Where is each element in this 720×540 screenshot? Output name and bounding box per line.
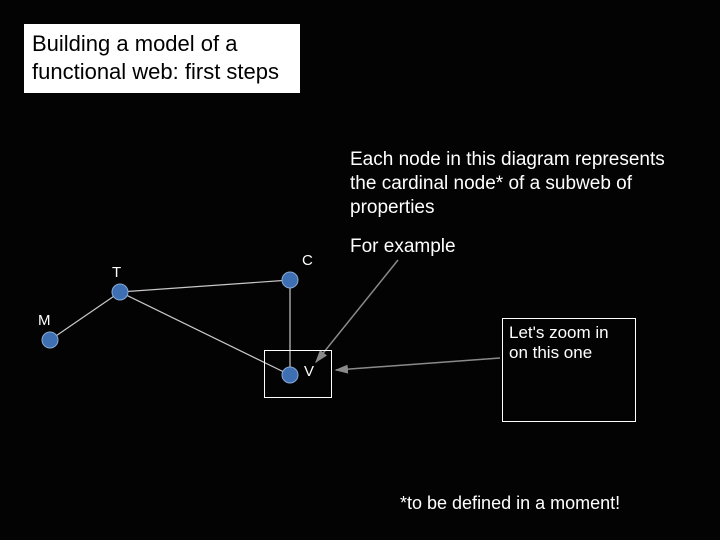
footnote-text: *to be defined in a moment! (400, 493, 620, 514)
node-label-c: C (302, 252, 313, 269)
node-label-t: T (112, 264, 121, 281)
arrow-1 (316, 260, 398, 362)
description-text: Each node in this diagram represents the… (350, 148, 680, 219)
slide-title: Building a model of a functional web: fi… (24, 24, 300, 93)
node-t (112, 284, 128, 300)
node-c (282, 272, 298, 288)
for-example-label: For example (350, 236, 456, 258)
arrow-2 (336, 358, 500, 370)
node-m (42, 332, 58, 348)
callout-box: Let's zoom in on this one (502, 318, 636, 422)
edge-t-c (120, 280, 290, 292)
edge-t-m (50, 292, 120, 340)
callout-text: Let's zoom in on this one (509, 323, 609, 362)
selection-box (264, 350, 332, 398)
node-label-v: V (304, 363, 314, 380)
node-label-m: M (38, 312, 51, 329)
